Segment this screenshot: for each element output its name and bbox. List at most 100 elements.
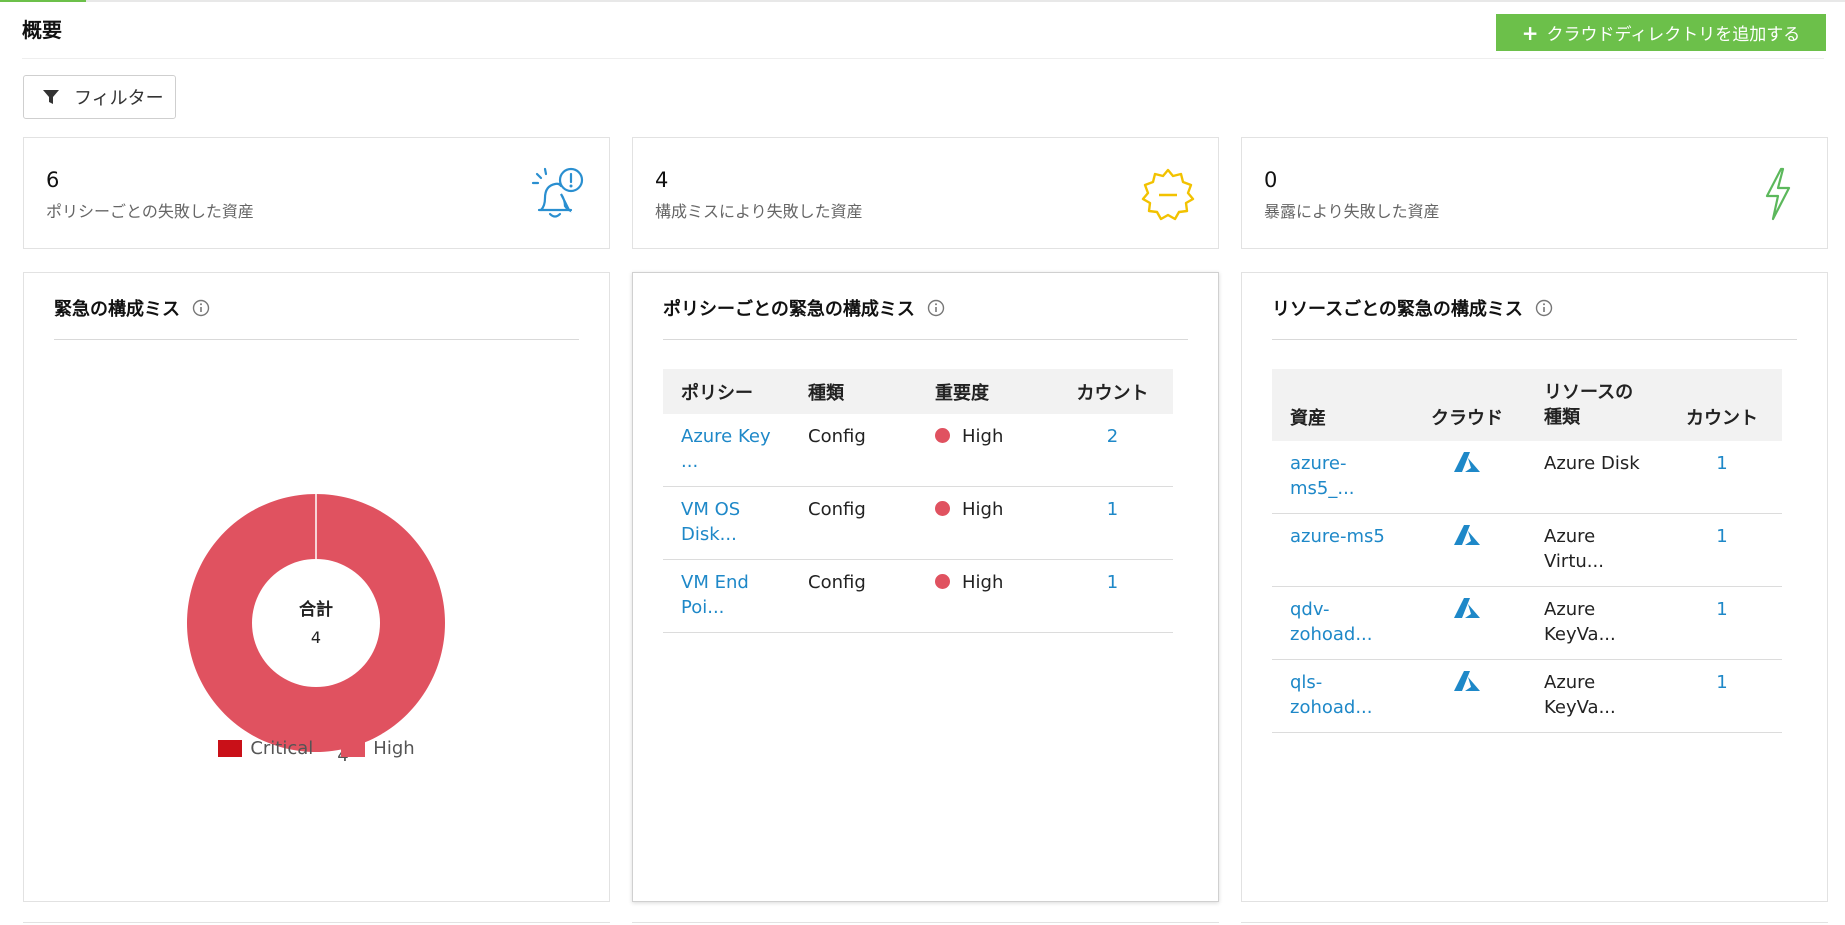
count-link[interactable]: 1 xyxy=(1716,526,1727,547)
legend-item-critical[interactable]: Critical xyxy=(218,738,313,759)
count-cell: 1 xyxy=(1662,513,1782,587)
legend-label: Critical xyxy=(250,738,314,759)
policy-cell: VM End Poi... xyxy=(663,559,790,633)
azure-icon xyxy=(1454,671,1480,691)
count-cell: 1 xyxy=(1662,659,1782,733)
type-cell: Config xyxy=(790,486,917,560)
panel-title: ポリシーごとの緊急の構成ミス xyxy=(663,295,945,321)
severity-dot-icon xyxy=(935,428,950,443)
table-row: VM OS Disk... Config High 1 xyxy=(663,486,1173,560)
column-header-type[interactable]: 種類 xyxy=(790,369,917,414)
count-link[interactable]: 1 xyxy=(1716,599,1727,620)
page-title: 概要 xyxy=(22,18,62,42)
top-divider xyxy=(0,0,1845,2)
resource-type-cell: Azure Virtu... xyxy=(1526,513,1662,587)
asset-cell: qdv- zohoad... xyxy=(1272,586,1408,660)
resource-type-cell: Azure KeyVa... xyxy=(1526,659,1662,733)
table-row: VM End Poi... Config High 1 xyxy=(663,559,1173,633)
legend-swatch xyxy=(218,740,243,757)
count-link[interactable]: 1 xyxy=(1716,453,1727,474)
policy-link[interactable]: VM End Poi... xyxy=(681,572,749,618)
kpi-label: 構成ミスにより失敗した資産 xyxy=(655,202,863,221)
policy-cell: VM OS Disk... xyxy=(663,486,790,560)
lightning-icon xyxy=(1765,167,1791,221)
info-icon[interactable] xyxy=(192,299,210,317)
count-link[interactable]: 1 xyxy=(1107,499,1118,520)
chart-legend: Critical High xyxy=(24,738,609,759)
donut-center-value: 4 xyxy=(311,628,321,647)
policy-table: ポリシー 種類 重要度 カウント Azure Key ... Config Hi… xyxy=(663,369,1173,633)
asset-cell: azure- ms5_... xyxy=(1272,441,1408,514)
column-header-policy[interactable]: ポリシー xyxy=(663,369,790,414)
cloud-cell xyxy=(1408,659,1526,733)
add-cloud-directory-label: クラウドディレクトリを追加する xyxy=(1546,25,1801,45)
asset-link[interactable]: qls- zohoad... xyxy=(1290,672,1373,718)
column-header-resource-type[interactable]: リソースの 種類 xyxy=(1526,369,1662,441)
asset-link[interactable]: azure- ms5_... xyxy=(1290,453,1355,499)
count-cell: 1 xyxy=(1662,586,1782,660)
filter-button[interactable]: フィルター xyxy=(23,75,176,119)
column-header-count[interactable]: カウント xyxy=(1662,369,1782,441)
asset-cell: qls- zohoad... xyxy=(1272,659,1408,733)
asset-link[interactable]: azure-ms5 xyxy=(1290,526,1385,547)
panel-title-text: リソースごとの緊急の構成ミス xyxy=(1272,299,1523,320)
severity-label: High xyxy=(962,426,1004,447)
panel-divider xyxy=(1272,339,1797,340)
legend-label: High xyxy=(373,738,415,759)
column-header-count[interactable]: カウント xyxy=(1052,369,1173,414)
asset-link[interactable]: qdv- zohoad... xyxy=(1290,599,1373,645)
kpi-card-exposure-failures[interactable]: 0 暴露により失敗した資産 xyxy=(1241,137,1828,249)
kpi-label: ポリシーごとの失敗した資産 xyxy=(46,202,254,221)
policy-link[interactable]: VM OS Disk... xyxy=(681,499,740,545)
column-header-asset[interactable]: 資産 xyxy=(1272,369,1408,441)
severity-dot-icon xyxy=(935,574,950,589)
active-tab-indicator xyxy=(0,0,86,2)
funnel-icon xyxy=(43,90,59,104)
azure-icon xyxy=(1454,525,1480,545)
column-header-cloud[interactable]: クラウド xyxy=(1408,369,1526,441)
kpi-card-misconfiguration-failures[interactable]: 4 構成ミスにより失敗した資産 xyxy=(632,137,1219,249)
info-icon[interactable] xyxy=(1535,299,1553,317)
policy-link[interactable]: Azure Key ... xyxy=(681,426,771,472)
panel-divider xyxy=(663,339,1188,340)
resource-table: 資産 クラウド リソースの 種類 カウント azure- ms5_... Azu… xyxy=(1272,369,1782,733)
kpi-card-policy-failures[interactable]: 6 ポリシーごとの失敗した資産 xyxy=(23,137,610,249)
severity-cell: High xyxy=(917,559,1052,633)
cloud-cell xyxy=(1408,586,1526,660)
cloud-cell xyxy=(1408,513,1526,587)
kpi-value: 4 xyxy=(655,168,669,192)
kpi-value: 6 xyxy=(46,168,60,192)
resource-type-cell: Azure Disk xyxy=(1526,441,1662,514)
severity-label: High xyxy=(962,499,1004,520)
gear-minus-icon xyxy=(1141,168,1195,221)
legend-item-high[interactable]: High xyxy=(341,738,415,759)
count-link[interactable]: 1 xyxy=(1107,572,1118,593)
resource-type-cell: Azure KeyVa... xyxy=(1526,586,1662,660)
add-cloud-directory-button[interactable]: + クラウドディレクトリを追加する xyxy=(1496,14,1826,51)
resource-misconfig-panel: リソースごとの緊急の構成ミス 資産 クラウド リソースの 種類 カウント azu… xyxy=(1241,272,1828,902)
column-header-severity[interactable]: 重要度 xyxy=(917,369,1052,414)
table-row: qls- zohoad... Azure KeyVa... 1 xyxy=(1272,659,1782,733)
table-row: azure-ms5 Azure Virtu... 1 xyxy=(1272,513,1782,587)
critical-misconfig-panel: 緊急の構成ミス 合計 4 4 Critical High xyxy=(23,272,610,902)
azure-icon xyxy=(1454,598,1480,618)
filter-label: フィルター xyxy=(74,88,164,109)
panel-title: リソースごとの緊急の構成ミス xyxy=(1272,295,1553,321)
asset-cell: azure-ms5 xyxy=(1272,513,1408,587)
count-cell: 1 xyxy=(1052,486,1173,560)
donut-chart: 合計 4 4 xyxy=(186,494,445,766)
panel-title: 緊急の構成ミス xyxy=(54,295,210,321)
plus-icon: + xyxy=(1521,20,1539,45)
donut-center-label: 合計 xyxy=(299,599,333,620)
kpi-label: 暴露により失敗した資産 xyxy=(1264,202,1440,221)
type-cell: Config xyxy=(790,414,917,487)
bell-alert-icon xyxy=(531,167,584,218)
legend-swatch xyxy=(341,740,366,757)
count-link[interactable]: 2 xyxy=(1107,426,1118,447)
count-link[interactable]: 1 xyxy=(1716,672,1727,693)
info-icon[interactable] xyxy=(927,299,945,317)
count-cell: 2 xyxy=(1052,414,1173,487)
type-cell: Config xyxy=(790,559,917,633)
table-header-row: 資産 クラウド リソースの 種類 カウント xyxy=(1272,369,1782,441)
table-row: Azure Key ... Config High 2 xyxy=(663,414,1173,487)
